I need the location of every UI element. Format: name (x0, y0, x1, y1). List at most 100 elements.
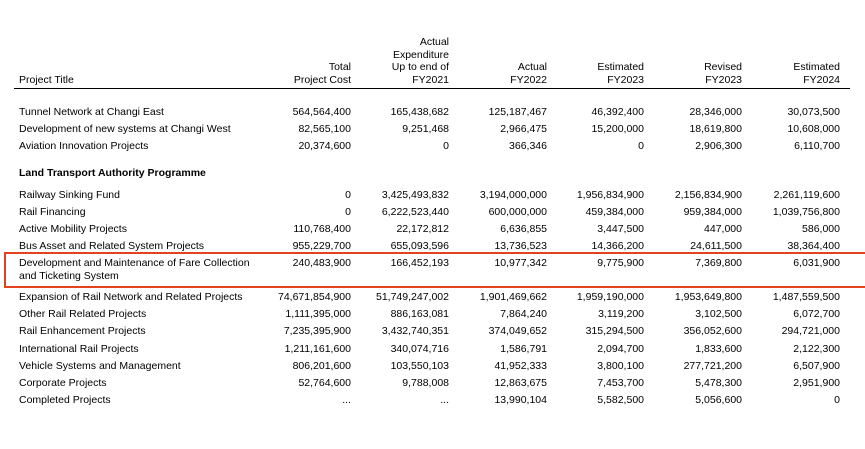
table-row: Development of new systems at Changi Wes… (0, 121, 865, 138)
value-cell: 0 (443, 140, 449, 153)
value-cell: 13,990,104 (494, 394, 547, 407)
value-cell: 3,102,500 (695, 308, 742, 321)
value-cell: 374,049,652 (488, 325, 547, 338)
value-cell: 7,453,700 (597, 377, 644, 389)
header-estimated-fy2023: Estimated FY2023 (597, 61, 644, 86)
value-cell: 51,749,247,002 (376, 291, 449, 303)
value-cell: 356,052,600 (683, 325, 742, 338)
value-cell: 5,056,600 (695, 394, 742, 407)
value-cell: 886,163,081 (390, 308, 449, 321)
section-header-row: Land Transport Authority Programme (0, 165, 865, 182)
value-cell: ... (342, 394, 351, 407)
table-row: International Rail Projects 1,211,161,600… (0, 341, 865, 358)
project-title-cell: Expansion of Rail Network and Related Pr… (19, 291, 243, 303)
project-title-cell: Aviation Innovation Projects (19, 140, 149, 153)
table-row: Rail Enhancement Projects 7,235,395,900 3,… (0, 323, 865, 340)
value-cell: 15,200,000 (591, 123, 644, 136)
header-actual-expenditure-fy2021: Actual Expenditure Up to end of FY2021 (391, 36, 449, 86)
expenditure-table: Project Title Total Project Cost Actual … (0, 0, 865, 449)
project-title-cell: Completed Projects (19, 394, 111, 407)
table-row: Expansion of Rail Network and Related Pr… (0, 289, 865, 306)
project-title-cell: Corporate Projects (19, 377, 107, 389)
value-cell: 315,294,500 (585, 325, 644, 338)
project-title-cell: Development of new systems at Changi Wes… (19, 123, 231, 136)
header-actual-fy2022: Actual FY2022 (510, 61, 547, 86)
value-cell: 30,073,500 (787, 106, 840, 118)
value-cell: 2,156,834,900 (674, 188, 742, 201)
project-title-cell: International Rail Projects (19, 342, 139, 355)
value-cell: 1,039,756,800 (772, 206, 840, 218)
value-cell: 74,671,854,900 (278, 291, 351, 303)
value-cell: 1,956,834,900 (576, 188, 644, 201)
value-cell: 1,901,469,662 (479, 291, 547, 303)
header-total-project-cost: Total Project Cost (293, 61, 351, 86)
value-cell: 1,487,559,500 (772, 291, 840, 303)
table-row: Active Mobility Projects 110,768,400 22,17… (0, 221, 865, 238)
value-cell: 0 (638, 140, 644, 153)
header-estimated-fy2024: Estimated FY2024 (793, 61, 840, 86)
value-cell: 0 (345, 188, 351, 201)
project-title-cell: Tunnel Network at Changi East (19, 106, 164, 118)
value-cell: 340,074,716 (390, 342, 449, 355)
value-cell: 3,425,493,832 (381, 188, 449, 201)
table-row: Completed Projects...... 13,990,104 5,582,… (0, 392, 865, 409)
value-cell: 3,447,500 (597, 223, 644, 236)
value-cell: 1,833,600 (695, 342, 742, 355)
value-cell: 10,608,000 (787, 123, 840, 136)
table-row: Railway Sinking Fund 0 3,425,493,832 3,194,… (0, 187, 865, 204)
value-cell: 459,384,000 (585, 206, 644, 218)
project-title-cell: Rail Enhancement Projects (19, 325, 146, 338)
value-cell: 46,392,400 (591, 106, 644, 118)
value-cell: 110,768,400 (293, 223, 351, 236)
header-divider (14, 88, 850, 89)
value-cell: 28,346,000 (689, 106, 742, 118)
value-cell: 6,636,855 (500, 223, 547, 236)
value-cell: 5,478,300 (695, 377, 742, 389)
value-cell: 6,222,523,440 (381, 206, 449, 218)
value-cell: 9,788,008 (402, 377, 449, 389)
value-cell: 1,111,395,000 (285, 308, 351, 321)
value-cell: 3,119,200 (598, 308, 644, 321)
highlight-box (4, 252, 865, 288)
project-title-cell: Other Rail Related Projects (19, 308, 147, 321)
value-cell: 2,951,900 (793, 377, 840, 389)
value-cell: 447,000 (704, 223, 742, 236)
section-title: Land Transport Authority Programme (19, 166, 206, 179)
value-cell: ... (440, 394, 449, 407)
project-title-cell: Rail Financing (19, 206, 86, 218)
value-cell: 82,565,100 (298, 123, 351, 136)
value-cell: 2,906,300 (695, 140, 742, 153)
value-cell: 6,507,900 (793, 359, 840, 372)
header-project-title: Project Title (19, 73, 74, 86)
value-cell: 165,438,682 (390, 106, 449, 118)
value-cell: 366,346 (509, 140, 547, 153)
value-cell: 3,194,000,000 (479, 188, 547, 201)
project-title-cell: Railway Sinking Fund (19, 188, 120, 201)
value-cell: 959,384,000 (683, 206, 742, 218)
table-row: Aviation Innovation Projects 20,374,600 0 3… (0, 138, 865, 155)
value-cell: 125,187,467 (488, 106, 547, 118)
value-cell: 3,800,100 (597, 359, 644, 372)
table-row: Corporate Projects 52,764,600 9,788,008 12,… (0, 375, 865, 392)
value-cell: 7,864,240 (500, 308, 547, 321)
value-cell: 806,201,600 (292, 359, 351, 372)
value-cell: 1,959,190,000 (576, 291, 644, 303)
value-cell: 6,110,700 (794, 140, 840, 153)
value-cell: 2,094,700 (597, 342, 644, 355)
table-row: Tunnel Network at Changi East 564,564,400… (0, 104, 865, 121)
header-revised-fy2023: Revised FY2023 (704, 61, 742, 86)
value-cell: 9,251,468 (402, 123, 449, 136)
value-cell: 1,211,161,600 (284, 342, 351, 355)
value-cell: 18,619,800 (689, 123, 742, 136)
value-cell: 52,764,600 (298, 377, 351, 389)
value-cell: 277,721,200 (683, 359, 742, 372)
table-row: Rail Financing 0 6,222,523,440 600,000,000 4… (0, 204, 865, 221)
value-cell: 0 (834, 394, 840, 407)
project-title-cell: Vehicle Systems and Management (19, 359, 181, 372)
value-cell: 294,721,000 (781, 325, 840, 338)
value-cell: 7,235,395,900 (283, 325, 351, 338)
value-cell: 12,863,675 (494, 377, 547, 389)
value-cell: 6,072,700 (793, 308, 840, 321)
project-title-cell: Active Mobility Projects (19, 223, 127, 236)
value-cell: 5,582,500 (597, 394, 644, 407)
